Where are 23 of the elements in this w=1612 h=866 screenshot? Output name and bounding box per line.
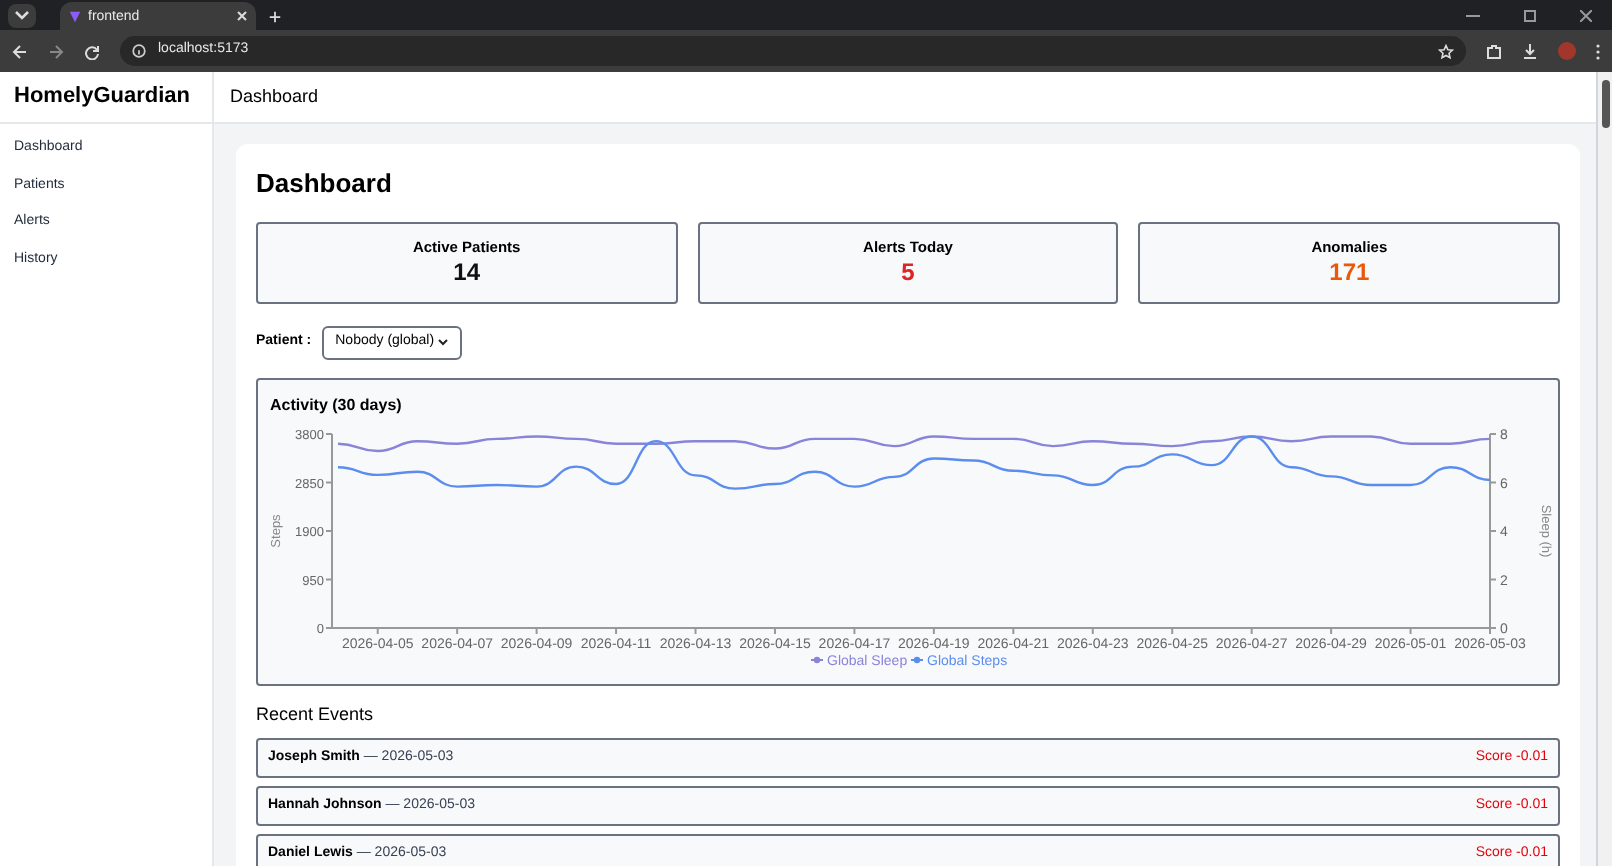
stat-value: 171 — [1329, 258, 1370, 289]
info-icon[interactable] — [132, 44, 146, 58]
new-tab-icon[interactable] — [268, 10, 282, 24]
page-title: Dashboard — [256, 166, 394, 202]
header-title: Dashboard — [230, 83, 319, 110]
reload-icon[interactable] — [84, 43, 100, 59]
star-icon[interactable] — [1438, 43, 1454, 59]
stat-value: 5 — [901, 258, 915, 289]
download-icon[interactable] — [1522, 43, 1538, 59]
back-icon[interactable] — [12, 43, 28, 59]
section-title: Recent Events — [256, 701, 376, 727]
chart-title: Activity (30 days) — [270, 393, 404, 417]
brand-title: HomelyGuardian — [14, 82, 191, 113]
scrollbar[interactable] — [1596, 72, 1612, 866]
caret-icon — [437, 338, 448, 346]
stat-value: 14 — [453, 258, 480, 289]
forward-icon[interactable] — [48, 43, 64, 59]
close-icon[interactable] — [1580, 10, 1592, 22]
tab-list-icon[interactable] — [8, 4, 36, 28]
minimize-icon[interactable] — [1466, 14, 1480, 18]
extensions-icon[interactable] — [1486, 43, 1502, 59]
app-icon — [68, 9, 82, 23]
maximize-icon[interactable] — [1524, 10, 1536, 22]
